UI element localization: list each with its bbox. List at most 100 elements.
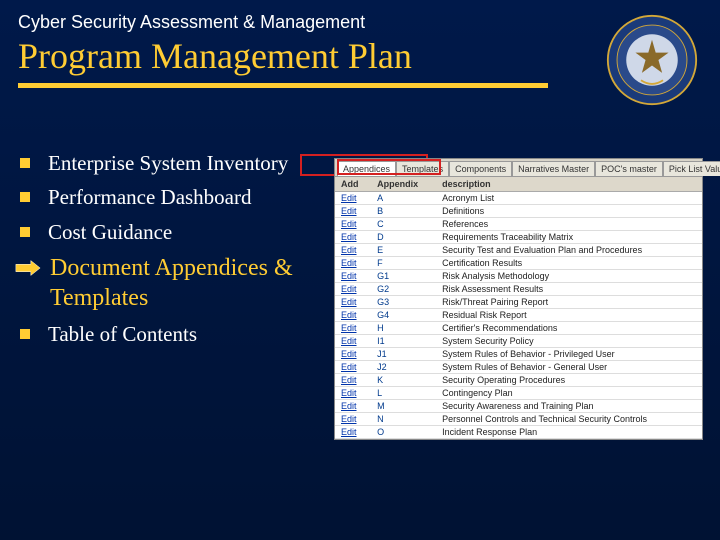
edit-link[interactable]: Edit	[335, 426, 371, 439]
table-header-row: Add Appendix description	[335, 177, 702, 192]
appendix-cell: D	[371, 231, 436, 244]
col-add: Add	[335, 177, 371, 192]
tab-components[interactable]: Components	[449, 161, 512, 176]
tab-picklist[interactable]: Pick List Values	[663, 161, 720, 176]
appendix-cell: F	[371, 257, 436, 270]
appendix-cell: C	[371, 218, 436, 231]
bullet-icon	[20, 158, 30, 168]
description-cell: Risk Analysis Methodology	[436, 270, 702, 283]
bullet-icon	[20, 192, 30, 202]
edit-link[interactable]: Edit	[335, 348, 371, 361]
table-row: EditJ2System Rules of Behavior - General…	[335, 361, 702, 374]
bullet-list: Enterprise System Inventory Performance …	[20, 150, 330, 355]
appendix-cell: K	[371, 374, 436, 387]
edit-link[interactable]: Edit	[335, 283, 371, 296]
tab-templates[interactable]: Templates	[396, 161, 449, 176]
edit-link[interactable]: Edit	[335, 322, 371, 335]
doj-seal	[606, 14, 698, 106]
table-row: EditMSecurity Awareness and Training Pla…	[335, 400, 702, 413]
description-cell: System Rules of Behavior - Privileged Us…	[436, 348, 702, 361]
appendix-cell: G1	[371, 270, 436, 283]
title-rule	[18, 83, 548, 88]
appendix-cell: E	[371, 244, 436, 257]
list-item: Table of Contents	[20, 321, 330, 347]
table-row: EditNPersonnel Controls and Technical Se…	[335, 413, 702, 426]
description-cell: Security Operating Procedures	[436, 374, 702, 387]
tab-appendices[interactable]: Appendices	[337, 161, 396, 176]
table-row: EditKSecurity Operating Procedures	[335, 374, 702, 387]
list-item: Performance Dashboard	[20, 184, 330, 210]
description-cell: Definitions	[436, 205, 702, 218]
description-cell: Incident Response Plan	[436, 426, 702, 439]
edit-link[interactable]: Edit	[335, 244, 371, 257]
arrow-icon	[14, 258, 42, 278]
edit-link[interactable]: Edit	[335, 257, 371, 270]
edit-link[interactable]: Edit	[335, 335, 371, 348]
item-label: Cost Guidance	[48, 219, 172, 245]
description-cell: Residual Risk Report	[436, 309, 702, 322]
description-cell: Personnel Controls and Technical Securit…	[436, 413, 702, 426]
description-cell: System Rules of Behavior - General User	[436, 361, 702, 374]
edit-link[interactable]: Edit	[335, 413, 371, 426]
description-cell: Security Test and Evaluation Plan and Pr…	[436, 244, 702, 257]
edit-link[interactable]: Edit	[335, 361, 371, 374]
table-row: EditG2Risk Assessment Results	[335, 283, 702, 296]
table-row: EditDRequirements Traceability Matrix	[335, 231, 702, 244]
appendix-cell: L	[371, 387, 436, 400]
description-cell: Acronym List	[436, 192, 702, 205]
edit-link[interactable]: Edit	[335, 218, 371, 231]
edit-link[interactable]: Edit	[335, 270, 371, 283]
appendix-cell: O	[371, 426, 436, 439]
table-row: EditFCertification Results	[335, 257, 702, 270]
description-cell: Contingency Plan	[436, 387, 702, 400]
appendix-cell: H	[371, 322, 436, 335]
description-cell: System Security Policy	[436, 335, 702, 348]
list-item-highlighted: Document Appendices & Templates	[20, 253, 330, 313]
edit-link[interactable]: Edit	[335, 400, 371, 413]
description-cell: Risk/Threat Pairing Report	[436, 296, 702, 309]
table-row: EditESecurity Test and Evaluation Plan a…	[335, 244, 702, 257]
appendix-cell: J2	[371, 361, 436, 374]
edit-link[interactable]: Edit	[335, 387, 371, 400]
list-item: Cost Guidance	[20, 219, 330, 245]
tab-poc[interactable]: POC's master	[595, 161, 663, 176]
table-row: EditBDefinitions	[335, 205, 702, 218]
table-row: EditG1Risk Analysis Methodology	[335, 270, 702, 283]
edit-link[interactable]: Edit	[335, 205, 371, 218]
bullet-icon	[20, 227, 30, 237]
edit-link[interactable]: Edit	[335, 192, 371, 205]
description-cell: Certifier's Recommendations	[436, 322, 702, 335]
table-row: EditAAcronym List	[335, 192, 702, 205]
col-description: description	[436, 177, 702, 192]
tab-narratives[interactable]: Narratives Master	[512, 161, 595, 176]
description-cell: Risk Assessment Results	[436, 283, 702, 296]
table-row: EditLContingency Plan	[335, 387, 702, 400]
table-row: EditCReferences	[335, 218, 702, 231]
table-row: EditJ1System Rules of Behavior - Privile…	[335, 348, 702, 361]
appendix-cell: A	[371, 192, 436, 205]
edit-link[interactable]: Edit	[335, 231, 371, 244]
table-row: EditHCertifier's Recommendations	[335, 322, 702, 335]
tab-bar: Appendices Templates Components Narrativ…	[335, 159, 702, 177]
item-label: Document Appendices & Templates	[50, 253, 330, 313]
description-cell: Certification Results	[436, 257, 702, 270]
item-label: Table of Contents	[48, 321, 197, 347]
appendix-cell: I1	[371, 335, 436, 348]
appendix-cell: G3	[371, 296, 436, 309]
appendix-cell: G4	[371, 309, 436, 322]
appendix-cell: N	[371, 413, 436, 426]
list-item: Enterprise System Inventory	[20, 150, 330, 176]
bullet-icon	[20, 329, 30, 339]
appendix-cell: G2	[371, 283, 436, 296]
description-cell: Security Awareness and Training Plan	[436, 400, 702, 413]
table-row: EditOIncident Response Plan	[335, 426, 702, 439]
edit-link[interactable]: Edit	[335, 309, 371, 322]
edit-link[interactable]: Edit	[335, 374, 371, 387]
description-cell: Requirements Traceability Matrix	[436, 231, 702, 244]
edit-link[interactable]: Edit	[335, 296, 371, 309]
item-label: Enterprise System Inventory	[48, 150, 288, 176]
table-row: EditG3Risk/Threat Pairing Report	[335, 296, 702, 309]
slide-title: Program Management Plan	[18, 35, 702, 77]
table-row: EditG4Residual Risk Report	[335, 309, 702, 322]
appendix-cell: B	[371, 205, 436, 218]
